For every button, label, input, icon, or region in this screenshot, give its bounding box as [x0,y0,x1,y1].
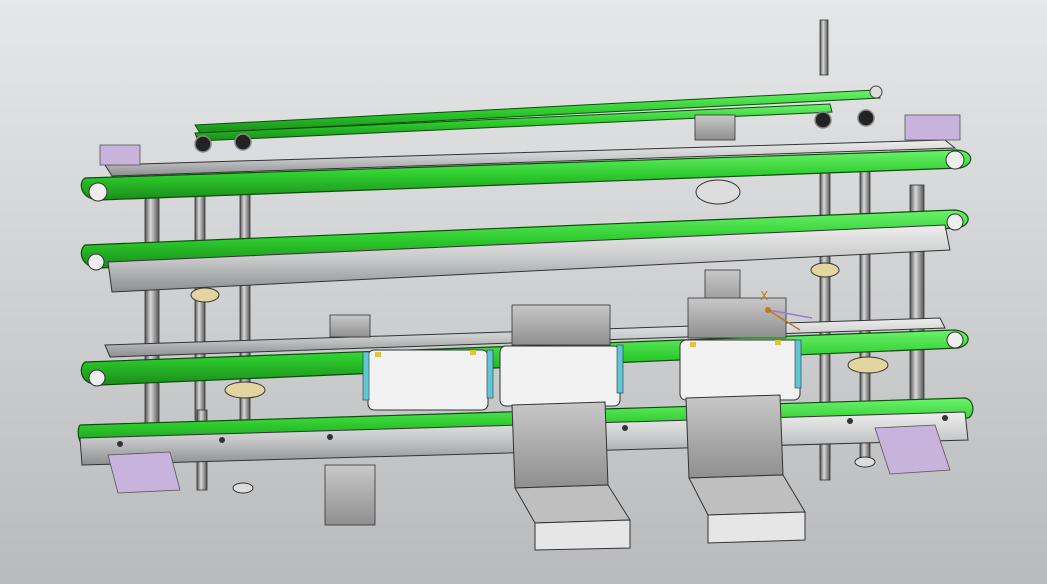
bearing [847,356,889,374]
bearing [190,287,220,303]
cad-3d-viewport[interactable]: X [0,0,1047,584]
mount-bracket [904,114,961,141]
motor [324,464,376,526]
drive-pulley [695,179,741,205]
mount-bracket [107,451,181,494]
mount-bracket [99,144,141,166]
bearing [810,262,840,278]
bearing [224,381,266,399]
top-rod [819,19,829,76]
conveyor-assembly-model [0,0,1047,584]
triad-x-label: X [760,289,769,303]
carrier [499,345,621,407]
carrier [679,339,801,401]
carrier [367,349,489,411]
